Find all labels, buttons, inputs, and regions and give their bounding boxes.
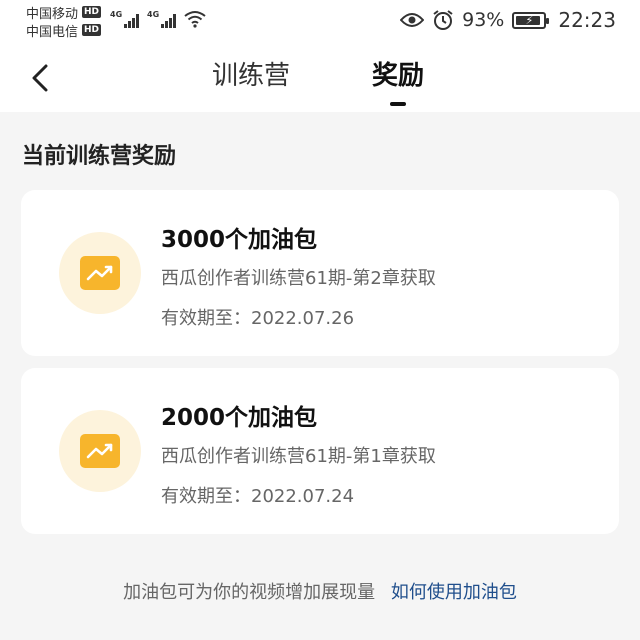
signal-2-icon: 4G: [147, 10, 176, 28]
hd-badge: HD: [82, 24, 102, 36]
network-type: 4G: [110, 10, 123, 19]
reward-source: 西瓜创作者训练营61期-第2章获取: [161, 268, 436, 289]
signal-1-icon: 4G: [110, 10, 139, 28]
status-bar: 中国移动 HD 中国电信 HD 4G 4G 93% ⚡ 22:23: [0, 0, 640, 44]
footer-note: 加油包可为你的视频增加展现量 如何使用加油包: [0, 578, 640, 604]
trend-up-icon: [80, 256, 120, 290]
reward-card[interactable]: 3000个加油包 西瓜创作者训练营61期-第2章获取 有效期至：2022.07.…: [21, 190, 619, 356]
battery-percent: 93%: [462, 9, 505, 31]
network-type: 4G: [147, 10, 160, 19]
clock: 22:23: [558, 8, 616, 32]
tab-training-camp-label: 训练营: [212, 61, 291, 91]
wifi-icon: [184, 11, 206, 28]
how-to-use-link[interactable]: 如何使用加油包: [391, 582, 517, 603]
footer-text: 加油包可为你的视频增加展现量: [123, 582, 376, 603]
tab-training-camp[interactable]: 训练营: [212, 58, 290, 98]
carrier-2: 中国电信 HD: [26, 21, 102, 40]
signals: 4G 4G: [110, 10, 206, 28]
reward-icon-circle: [59, 232, 141, 314]
carriers: 中国移动 HD 中国电信 HD: [26, 3, 102, 40]
reward-expiry: 有效期至：2022.07.24: [161, 486, 355, 507]
reward-source: 西瓜创作者训练营61期-第1章获取: [161, 446, 436, 467]
eye-icon: [400, 13, 425, 27]
section-title: 当前训练营奖励: [22, 144, 177, 169]
alarm-icon: [433, 10, 453, 30]
chevron-left-icon: [32, 64, 48, 92]
back-button[interactable]: [22, 60, 58, 96]
reward-card[interactable]: 2000个加油包 西瓜创作者训练营61期-第1章获取 有效期至：2022.07.…: [21, 368, 619, 534]
reward-expiry: 有效期至：2022.07.26: [161, 308, 355, 329]
carrier-2-name: 中国电信: [26, 24, 79, 40]
tab-rewards-label: 奖励: [372, 61, 425, 91]
reward-title: 3000个加油包: [161, 227, 318, 253]
top-nav: 训练营 奖励: [0, 44, 640, 112]
trend-up-icon: [80, 434, 120, 468]
active-tab-indicator: [390, 102, 406, 106]
tab-rewards[interactable]: 奖励: [372, 58, 425, 106]
reward-title: 2000个加油包: [161, 405, 318, 431]
reward-icon-circle: [59, 410, 141, 492]
battery-icon: ⚡: [512, 11, 550, 29]
status-right: 93% ⚡ 22:23: [400, 8, 616, 32]
page: 中国移动 HD 中国电信 HD 4G 4G 93% ⚡ 22:23 训练营 奖励…: [0, 0, 640, 640]
carrier-1: 中国移动 HD: [26, 3, 102, 22]
hd-badge: HD: [82, 6, 102, 18]
carrier-1-name: 中国移动: [26, 6, 79, 22]
